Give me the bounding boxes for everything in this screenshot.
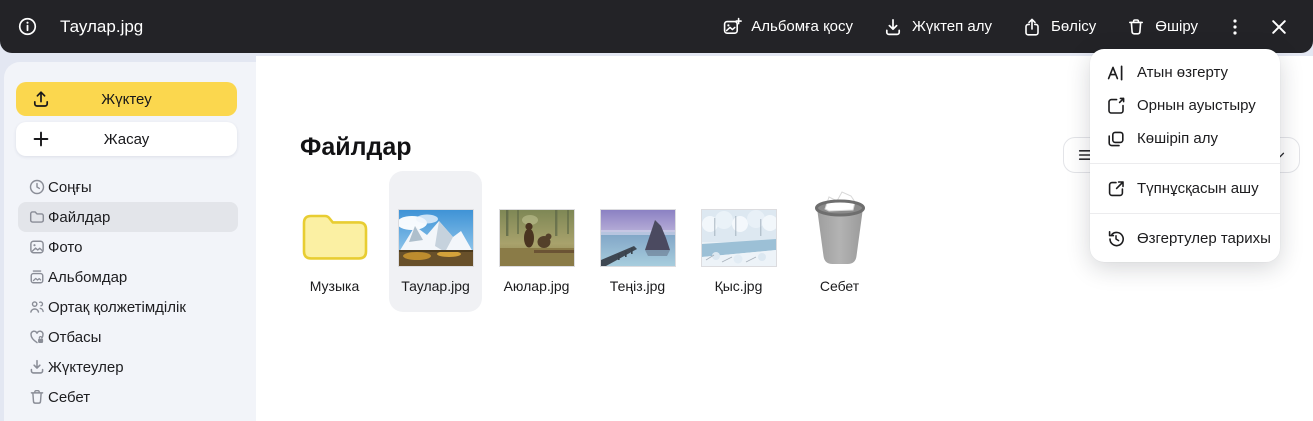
- menu-item-label: Көшіріп алу: [1137, 130, 1218, 147]
- delete-label: Өшіру: [1155, 18, 1198, 35]
- menu-item-label: Атын өзгерту: [1137, 64, 1228, 81]
- sidebar-item-label: Соңғы: [48, 179, 92, 196]
- family-lock-icon: [28, 328, 46, 346]
- preview-header: Таулар.jpg Альбомға қосу Жүктеп алу Бөлі…: [0, 0, 1313, 53]
- move-icon: [1106, 96, 1126, 116]
- menu-divider: [1090, 163, 1280, 164]
- open-original-icon: [1106, 179, 1126, 199]
- file-tile-bears[interactable]: Аюлар.jpg: [490, 171, 583, 312]
- file-tile-winter[interactable]: Қыс.jpg: [692, 171, 785, 312]
- create-button[interactable]: Жасау: [16, 122, 237, 156]
- folder-icon: [299, 171, 371, 267]
- download-label: Жүктеп алу: [912, 18, 992, 35]
- clock-icon: [28, 178, 46, 196]
- file-tile-trash[interactable]: Себет: [793, 171, 886, 312]
- upload-icon: [31, 89, 51, 109]
- menu-item-label: Орнын ауыстыру: [1137, 97, 1256, 114]
- download-icon: [883, 17, 903, 37]
- bears-thumbnail: [499, 209, 575, 267]
- history-icon: [1106, 229, 1126, 249]
- upload-button[interactable]: Жүктеу: [16, 82, 237, 116]
- info-icon: [17, 16, 38, 37]
- sidebar-item-label: Ортақ қолжетімділік: [48, 299, 186, 316]
- menu-item-label: Өзгертулер тарихы: [1137, 230, 1271, 247]
- menu-item-rename[interactable]: Атын өзгерту: [1090, 56, 1280, 89]
- file-label: Музыка: [310, 278, 360, 294]
- share-button[interactable]: Бөлісу: [1007, 0, 1111, 53]
- sidebar-item-label: Фото: [48, 239, 82, 256]
- sidebar-item-recent[interactable]: Соңғы: [4, 172, 256, 202]
- sidebar-item-label: Файлдар: [48, 209, 110, 226]
- page-title: Таулар.jpg: [60, 17, 143, 37]
- share-icon: [1022, 17, 1042, 37]
- sidebar-item-shared-access[interactable]: Ортақ қолжетімділік: [4, 292, 256, 322]
- sidebar-item-photos[interactable]: Фото: [4, 232, 256, 262]
- create-button-label: Жасау: [22, 131, 231, 148]
- file-label: Аюлар.jpg: [504, 278, 570, 294]
- sidebar-item-downloads[interactable]: Жүктеулер: [4, 352, 256, 382]
- mountains-thumbnail: [398, 209, 474, 267]
- context-menu: Атын өзгерту Орнын ауыстыру Көшіріп алу …: [1090, 49, 1280, 262]
- delete-button[interactable]: Өшіру: [1111, 0, 1213, 53]
- close-button[interactable]: [1257, 0, 1301, 53]
- trash-full-icon: [809, 171, 871, 267]
- plus-icon: [31, 129, 51, 149]
- copy-icon: [1106, 129, 1126, 149]
- downloads-icon: [28, 358, 46, 376]
- sidebar-item-files[interactable]: Файлдар: [4, 202, 256, 232]
- people-icon: [28, 298, 46, 316]
- photo-icon: [28, 238, 46, 256]
- menu-item-history[interactable]: Өзгертулер тарихы: [1090, 222, 1280, 255]
- albums-icon: [28, 268, 46, 286]
- section-title: Файлдар: [300, 133, 412, 162]
- file-label: Себет: [820, 278, 859, 294]
- sea-thumbnail: [600, 209, 676, 267]
- sidebar-item-label: Себет: [48, 389, 90, 406]
- sidebar-item-albums[interactable]: Альбомдар: [4, 262, 256, 292]
- album-add-icon: [722, 17, 742, 37]
- winter-thumbnail: [701, 209, 777, 267]
- sidebar-item-label: Альбомдар: [48, 269, 127, 286]
- sidebar-item-trash[interactable]: Себет: [4, 382, 256, 412]
- folder-icon: [28, 208, 46, 226]
- files-grid: Музыка: [288, 171, 886, 312]
- sidebar-item-label: Отбасы: [48, 329, 101, 346]
- upload-button-label: Жүктеу: [22, 91, 231, 108]
- download-button[interactable]: Жүктеп алу: [868, 0, 1007, 53]
- trash-icon: [1126, 17, 1146, 37]
- share-label: Бөлісу: [1051, 18, 1096, 35]
- trash-icon: [28, 388, 46, 406]
- add-to-album-label: Альбомға қосу: [751, 18, 853, 35]
- menu-item-copy[interactable]: Көшіріп алу: [1090, 122, 1280, 155]
- kebab-icon: [1225, 17, 1245, 37]
- rename-icon: [1106, 63, 1126, 83]
- sidebar-item-family[interactable]: Отбасы: [4, 322, 256, 352]
- sidebar-item-label: Жүктеулер: [48, 359, 124, 376]
- sidebar-nav: Соңғы Файлдар Фото Альбомдар Ортақ қолже…: [4, 172, 256, 412]
- menu-divider: [1090, 213, 1280, 214]
- more-actions-button[interactable]: [1213, 0, 1257, 53]
- info-button[interactable]: [14, 14, 40, 40]
- file-label: Теңіз.jpg: [610, 278, 665, 294]
- close-icon: [1269, 17, 1289, 37]
- menu-item-move[interactable]: Орнын ауыстыру: [1090, 89, 1280, 122]
- file-tile-sea[interactable]: Теңіз.jpg: [591, 171, 684, 312]
- file-tile-mountains[interactable]: Таулар.jpg: [389, 171, 482, 312]
- menu-item-label: Түпнұсқасын ашу: [1137, 180, 1259, 197]
- file-label: Таулар.jpg: [401, 278, 470, 294]
- menu-item-open-original[interactable]: Түпнұсқасын ашу: [1090, 172, 1280, 205]
- file-tile-folder[interactable]: Музыка: [288, 171, 381, 312]
- file-label: Қыс.jpg: [715, 278, 763, 294]
- sidebar: Жүктеу Жасау Соңғы Файлдар Фото Альбомда…: [4, 62, 256, 421]
- add-to-album-button[interactable]: Альбомға қосу: [707, 0, 868, 53]
